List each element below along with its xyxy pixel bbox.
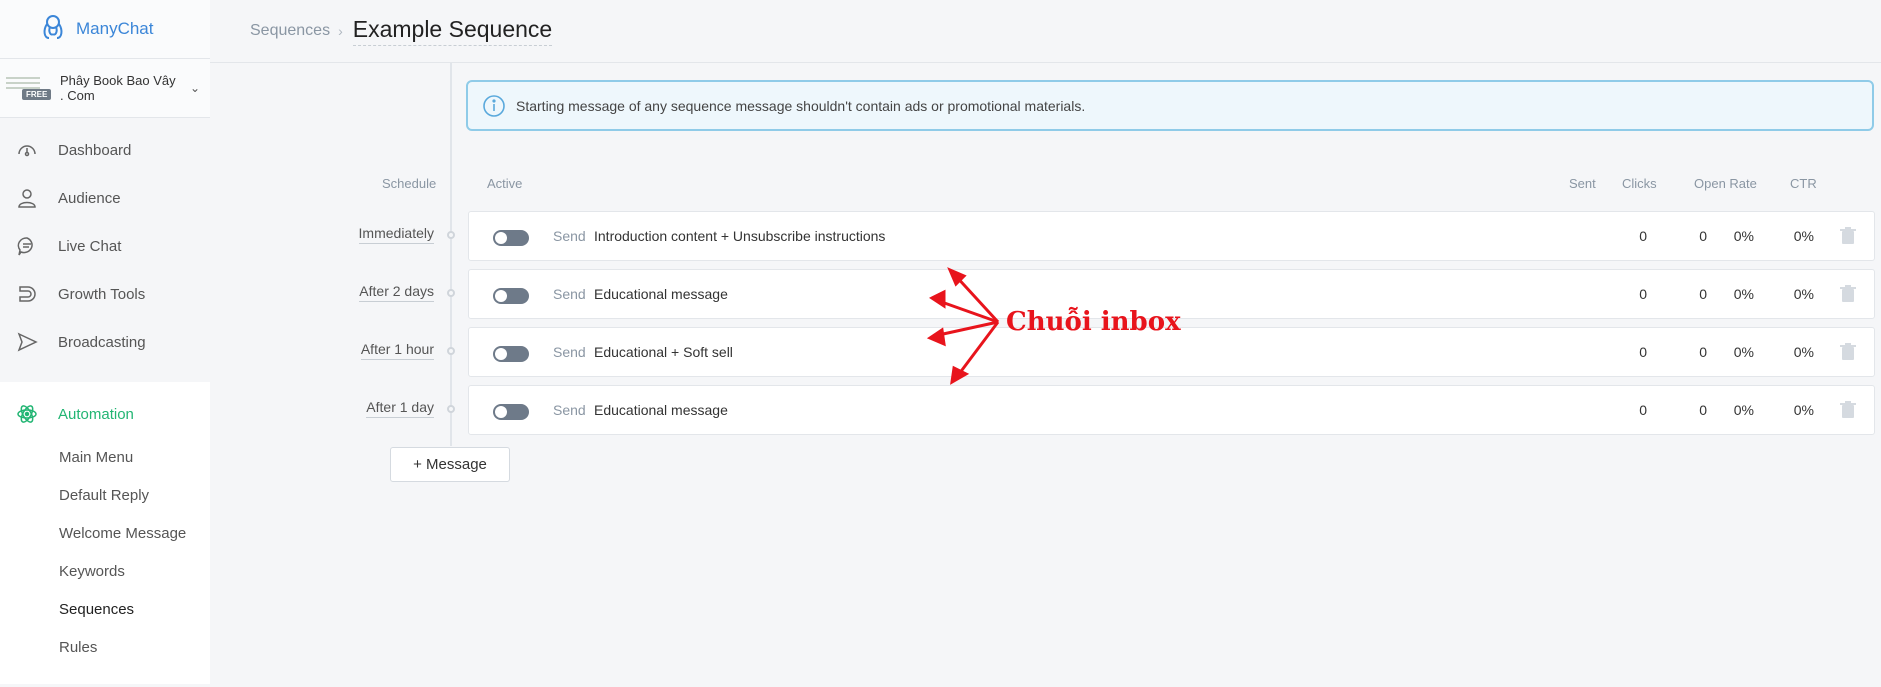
clicks-value: 0 xyxy=(1699,286,1707,302)
clicks-value: 0 xyxy=(1699,402,1707,418)
nav-label: Audience xyxy=(58,189,121,207)
schedule-label[interactable]: After 1 day xyxy=(366,399,434,418)
column-open-rate: Open Rate xyxy=(1694,176,1757,191)
dashboard-icon xyxy=(16,139,38,161)
nav-item-automation[interactable]: Automation xyxy=(0,390,210,438)
sidebar-item-sequences[interactable]: Sequences xyxy=(0,590,210,628)
active-toggle[interactable] xyxy=(493,288,529,304)
automation-section: Automation Main Menu Default Reply Welco… xyxy=(0,382,210,684)
page-avatar: FREE xyxy=(6,73,52,103)
message-title[interactable]: Educational + Soft sell xyxy=(594,344,733,360)
open-rate-value: 0% xyxy=(1733,402,1754,418)
breadcrumb-sequences[interactable]: Sequences xyxy=(250,22,330,40)
trash-icon[interactable] xyxy=(1840,343,1856,361)
column-clicks: Clicks xyxy=(1622,176,1657,191)
chevron-down-icon: ⌄ xyxy=(189,81,200,95)
open-rate-value: 0% xyxy=(1733,286,1754,302)
trash-icon[interactable] xyxy=(1840,285,1856,303)
nav-label: Live Chat xyxy=(58,237,122,255)
sent-value: 0 xyxy=(1639,286,1647,302)
sidebar-item-main-menu[interactable]: Main Menu xyxy=(0,438,210,476)
user-icon xyxy=(16,187,38,209)
column-sent: Sent xyxy=(1569,176,1596,191)
sidebar-item-welcome-message[interactable]: Welcome Message xyxy=(0,514,210,552)
open-rate-value: 0% xyxy=(1733,228,1754,244)
nav-item-broadcasting[interactable]: Broadcasting xyxy=(0,318,210,366)
timeline-line xyxy=(450,63,452,446)
sent-value: 0 xyxy=(1639,402,1647,418)
atom-icon xyxy=(16,403,38,425)
column-schedule: Schedule xyxy=(382,176,437,191)
message-title[interactable]: Educational message xyxy=(594,402,728,418)
chat-icon xyxy=(16,235,38,257)
nav-label: Broadcasting xyxy=(58,333,146,351)
schedule-label[interactable]: Immediately xyxy=(358,225,434,244)
ctr-value: 0% xyxy=(1793,286,1814,302)
ctr-value: 0% xyxy=(1793,402,1814,418)
timeline-dot xyxy=(447,405,455,413)
nav-label: Dashboard xyxy=(58,141,132,159)
sequence-row[interactable]: Send Introduction content + Unsubscribe … xyxy=(468,211,1875,261)
sequence-row[interactable]: Send Educational message 0 0 0% 0% xyxy=(468,385,1875,435)
annotation-arrows xyxy=(926,267,1000,385)
page-selector[interactable]: FREE Phây Book Bao Vây . Com ⌄ xyxy=(0,59,210,118)
nav-item-growth-tools[interactable]: Growth Tools xyxy=(0,270,210,318)
nav-item-live-chat[interactable]: Live Chat xyxy=(0,222,210,270)
brand-name: ManyChat xyxy=(76,19,154,38)
active-toggle[interactable] xyxy=(493,346,529,362)
sent-value: 0 xyxy=(1639,228,1647,244)
page-title[interactable]: Example Sequence xyxy=(352,16,553,46)
schedule-label[interactable]: After 2 days xyxy=(359,283,434,302)
timeline-dot xyxy=(447,231,455,239)
schedule-label[interactable]: After 1 hour xyxy=(360,341,434,360)
message-title[interactable]: Educational message xyxy=(594,286,728,302)
free-badge: FREE xyxy=(22,89,52,100)
sidebar-item-keywords[interactable]: Keywords xyxy=(0,552,210,590)
nav-label: Growth Tools xyxy=(58,285,146,303)
column-active: Active xyxy=(487,176,523,191)
clicks-value: 0 xyxy=(1699,344,1707,360)
send-label: Send xyxy=(553,286,586,302)
nav-item-dashboard[interactable]: Dashboard xyxy=(0,126,210,174)
annotation-label: Chuỗi inbox xyxy=(1006,307,1181,337)
page-header: Sequences › Example Sequence xyxy=(210,0,1881,63)
send-label: Send xyxy=(553,402,586,418)
manychat-logo-icon xyxy=(38,12,68,47)
info-banner: Starting message of any sequence message… xyxy=(466,80,1874,131)
timeline-dot xyxy=(447,347,455,355)
logo[interactable]: ManyChat xyxy=(0,0,210,59)
info-text: Starting message of any sequence message… xyxy=(516,97,1086,114)
trash-icon[interactable] xyxy=(1840,227,1856,245)
nav-item-audience[interactable]: Audience xyxy=(0,174,210,222)
breadcrumb-separator: › xyxy=(338,23,343,39)
message-title[interactable]: Introduction content + Unsubscribe instr… xyxy=(594,228,885,244)
column-ctr: CTR xyxy=(1790,176,1817,191)
send-label: Send xyxy=(553,344,586,360)
info-icon xyxy=(482,94,506,118)
sidebar: ManyChat FREE Phây Book Bao Vây . Com ⌄ … xyxy=(0,0,210,687)
sent-value: 0 xyxy=(1639,344,1647,360)
active-toggle[interactable] xyxy=(493,404,529,420)
timeline-dot xyxy=(447,289,455,297)
ctr-value: 0% xyxy=(1793,228,1814,244)
open-rate-value: 0% xyxy=(1733,344,1754,360)
main-nav: Dashboard Audience Live Chat Growth Tool… xyxy=(0,118,210,684)
active-toggle[interactable] xyxy=(493,230,529,246)
send-label: Send xyxy=(553,228,586,244)
add-message-button[interactable]: + Message xyxy=(390,447,510,482)
ctr-value: 0% xyxy=(1793,344,1814,360)
trash-icon[interactable] xyxy=(1840,401,1856,419)
sidebar-item-rules[interactable]: Rules xyxy=(0,628,210,666)
magnet-icon xyxy=(16,283,38,305)
send-icon xyxy=(16,331,38,353)
sidebar-item-default-reply[interactable]: Default Reply xyxy=(0,476,210,514)
nav-label: Automation xyxy=(58,405,134,423)
clicks-value: 0 xyxy=(1699,228,1707,244)
page-name: Phây Book Bao Vây . Com xyxy=(60,73,176,103)
